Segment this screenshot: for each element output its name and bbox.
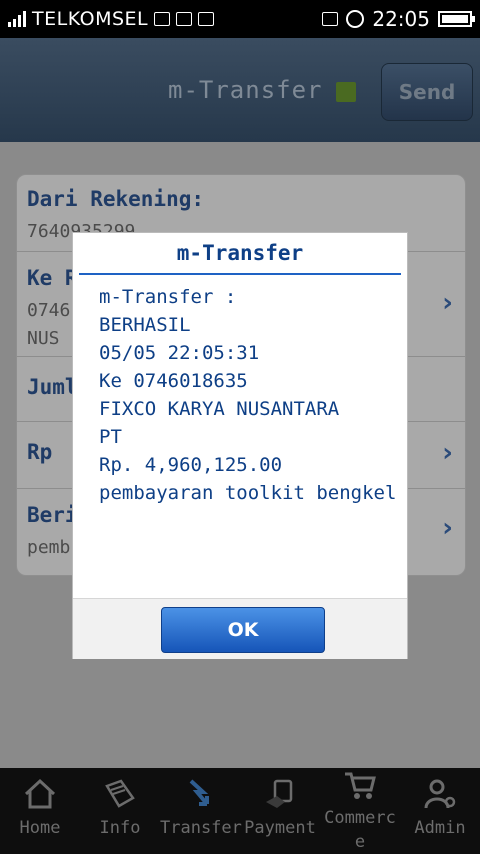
dialog-line: pembayaran toolkit bengkel [99, 482, 397, 504]
admin-icon [424, 779, 456, 809]
cart-icon [345, 772, 376, 799]
dialog-footer: OK [73, 598, 407, 659]
app-header: m-Transfer Send [0, 38, 480, 142]
bbm-notification-icon [198, 12, 215, 26]
message-value: pemb [27, 537, 71, 558]
dialog-line: 05/05 22:05:31 [99, 342, 260, 364]
amount-label: Rp [27, 440, 53, 464]
source-account-label: Dari Rekening: [27, 187, 205, 211]
carrier-name: TELKOMSEL [32, 8, 149, 30]
header-title: m-Transfer [168, 76, 323, 104]
bbm-icon [154, 12, 171, 26]
dialog-line: Rp. 4,960,125.00 [99, 454, 283, 476]
transfer-icon [189, 779, 209, 806]
dialog-line: BERHASIL [99, 314, 191, 336]
alarm-icon [346, 10, 365, 28]
tab-commerce[interactable]: Commerce [320, 768, 400, 854]
tab-label: Transfer [160, 818, 242, 838]
carrier-area: TELKOMSEL [8, 8, 215, 30]
payment-icon [266, 779, 293, 808]
signal-icon [8, 11, 26, 27]
status-bar: TELKOMSEL 22:05 [0, 0, 480, 38]
vibrate-icon [322, 12, 339, 26]
tab-label: Commerce [324, 808, 396, 852]
chevron-right-icon: › [442, 513, 453, 543]
destination-label: Ke R [27, 266, 78, 290]
dialog-message: m-Transfer : BERHASIL 05/05 22:05:31 Ke … [99, 283, 399, 507]
tab-label: Info [99, 818, 141, 838]
status-indicator [336, 82, 356, 102]
dialog-line: PT [99, 426, 122, 448]
status-right: 22:05 [322, 7, 475, 31]
send-button[interactable]: Send [381, 63, 473, 121]
chevron-right-icon: › [442, 288, 453, 318]
dialog-line: Ke 0746018635 [99, 370, 248, 392]
battery-icon [438, 11, 475, 27]
dialog-title: m-Transfer [176, 241, 304, 265]
destination-account: 0746 [27, 300, 71, 321]
dialog-line: m-Transfer : [99, 286, 237, 308]
dialog-line: FIXCO KARYA NUSANTARA [99, 398, 340, 420]
tab-info[interactable]: Info [80, 768, 160, 854]
tab-label: Admin [414, 818, 466, 838]
tab-home[interactable]: Home [0, 768, 80, 854]
home-icon [24, 778, 56, 809]
bottom-tab-bar: Home Info Transfer Payment Commerce Admi… [0, 768, 480, 854]
ok-button[interactable]: OK [161, 607, 325, 653]
status-time: 22:05 [372, 7, 430, 31]
tab-transfer[interactable]: Transfer [160, 768, 242, 854]
tab-admin[interactable]: Admin [400, 768, 480, 854]
chevron-right-icon: › [442, 438, 453, 468]
tab-label: Home [19, 818, 61, 838]
dialog-divider [79, 273, 401, 275]
info-book-icon [105, 779, 135, 808]
destination-name: NUS [27, 328, 60, 349]
tab-payment[interactable]: Payment [240, 768, 320, 854]
amount-type-label: Juml [27, 375, 78, 399]
gallery-icon [176, 12, 193, 26]
tab-label: Payment [244, 818, 316, 838]
result-dialog: m-Transfer m-Transfer : BERHASIL 05/05 2… [72, 232, 408, 659]
